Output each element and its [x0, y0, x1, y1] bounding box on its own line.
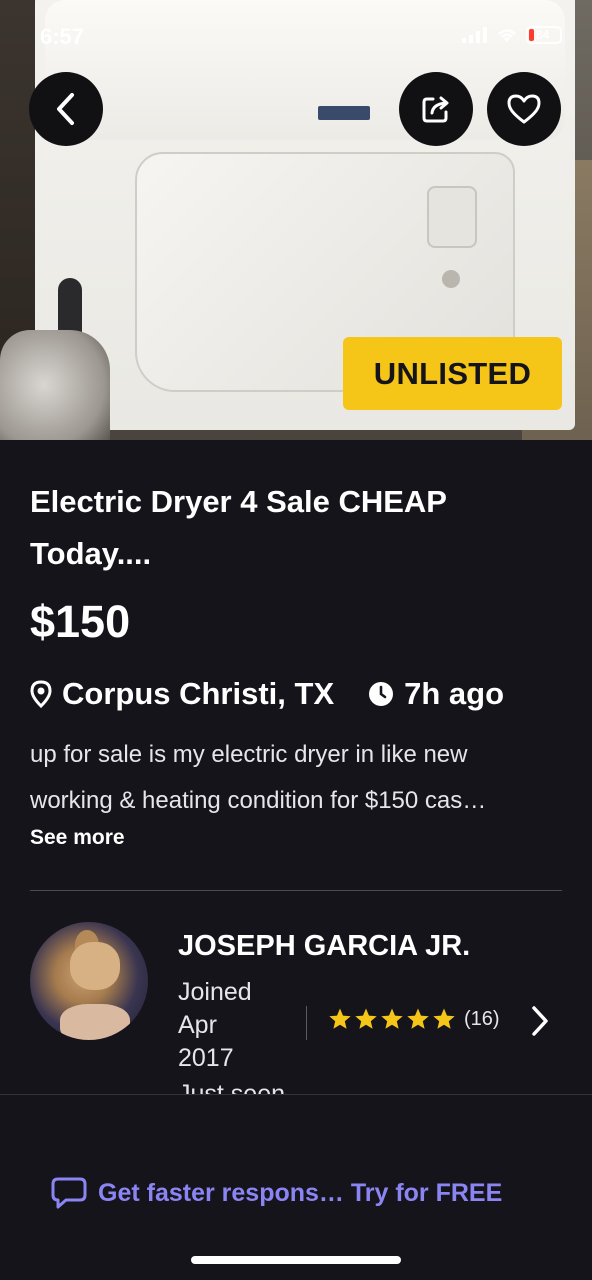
chevron-right-icon[interactable]	[530, 1004, 550, 1038]
rating-count: (16)	[464, 1007, 500, 1030]
dryer-brand-plate	[318, 106, 370, 120]
listing-description: up for sale is my electric dryer in like…	[30, 732, 560, 824]
favorite-button[interactable]	[487, 72, 561, 146]
unlisted-badge: UNLISTED	[343, 337, 562, 410]
signal-icon	[462, 27, 487, 43]
promo-link[interactable]: Get faster respons… Try for FREE	[50, 1176, 502, 1210]
promo-text: Get faster respons… Try for FREE	[98, 1178, 503, 1207]
see-more-link[interactable]: See more	[30, 826, 125, 850]
share-button[interactable]	[399, 72, 473, 146]
listing-location[interactable]: Corpus Christi, TX	[62, 676, 334, 712]
star-icon	[381, 1008, 403, 1029]
back-button[interactable]	[29, 72, 103, 146]
heart-icon	[507, 94, 541, 124]
seller-name[interactable]: JOSEPH GARCIA JR.	[178, 930, 470, 963]
listing-meta: Corpus Christi, TX 7h ago	[30, 676, 504, 712]
status-time: 6:57	[40, 24, 85, 49]
chat-bubble-icon	[51, 1177, 87, 1209]
battery-level: 84	[536, 28, 550, 42]
status-bar: 6:57 84	[0, 20, 592, 56]
description-line: up for sale is my electric dryer in like…	[30, 741, 468, 768]
seller-joined: Joined Apr 2017	[178, 978, 252, 1072]
share-icon	[422, 96, 449, 123]
listing-title: Electric Dryer 4 Sale CHEAP Today....	[30, 484, 447, 571]
battery-icon: 84	[526, 26, 562, 44]
location-pin-icon	[30, 680, 52, 708]
wifi-icon	[498, 29, 516, 42]
star-icon	[433, 1008, 455, 1029]
seller-rating[interactable]: (16)	[328, 1007, 500, 1031]
rating-separator	[306, 1006, 307, 1040]
listing-price: $150	[30, 596, 131, 647]
listing-posted-time: 7h ago	[404, 676, 505, 711]
star-icon	[355, 1008, 377, 1029]
seller-avatar[interactable]	[30, 922, 148, 1040]
seller-last-seen: Just seen	[178, 1080, 286, 1096]
divider	[30, 890, 562, 891]
star-icon	[407, 1008, 429, 1029]
description-line: working & heating condition for $150 cas…	[30, 787, 487, 814]
star-icon	[329, 1008, 351, 1029]
home-indicator	[191, 1256, 401, 1264]
chevron-left-icon	[57, 93, 74, 125]
clock-icon	[369, 682, 394, 706]
